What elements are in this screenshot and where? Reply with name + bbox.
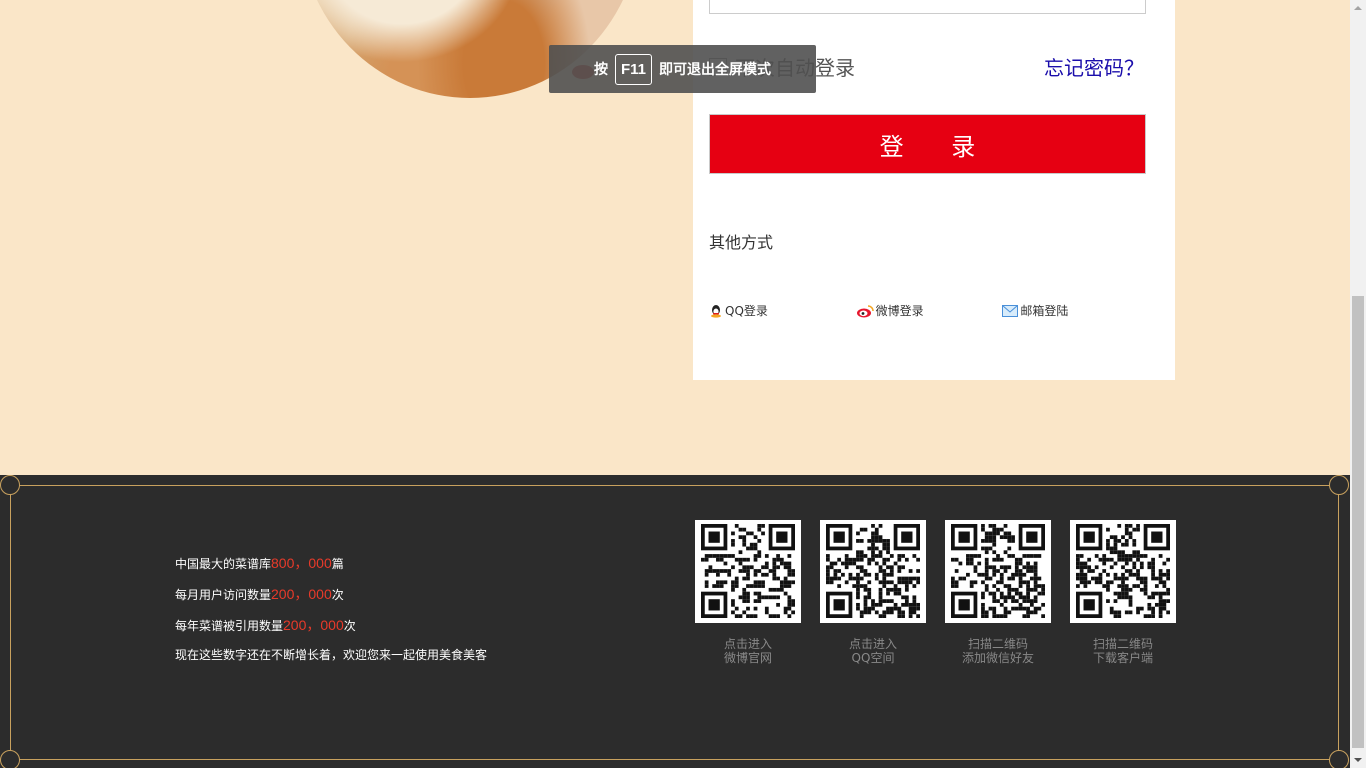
qr-code (820, 520, 926, 623)
qr-caption: 点击进入 微博官网 (723, 637, 772, 665)
email-login-link[interactable]: 邮箱登陆 (1002, 302, 1149, 319)
login-button[interactable]: 登 录 (709, 114, 1146, 174)
stat-number: 800，000 (271, 555, 332, 571)
qr-item-app[interactable]: 扫描二维码 下载客户端 (1070, 520, 1176, 665)
stat-line: 每月用户访问数量200，000次 (175, 586, 344, 602)
qr-code (1070, 520, 1176, 623)
footer: 中国最大的菜谱库800，000篇 每月用户访问数量200，000次 每年菜谱被引… (0, 475, 1350, 768)
vertical-scrollbar[interactable] (1350, 0, 1366, 768)
other-login-methods: QQ登录 微博登录 邮箱登陆 (709, 302, 1149, 319)
frame-corner-top-right (1329, 475, 1349, 495)
footer-tagline: 现在这些数字还在不断增长着，欢迎您来一起使用美食美客 (175, 648, 488, 662)
frame-corner-top-left (0, 475, 20, 495)
weibo-login-label: 微博登录 (875, 304, 924, 318)
qr-pattern (826, 524, 920, 618)
other-methods-title: 其他方式 (709, 233, 774, 252)
qr-item-qzone[interactable]: 点击进入 QQ空间 (820, 520, 926, 665)
qr-item-weibo[interactable]: 点击进入 微博官网 (695, 520, 801, 665)
forgot-password-link[interactable]: 忘记密码？ (1044, 52, 1144, 81)
qq-login-label: QQ登录 (725, 304, 768, 318)
weibo-login-link[interactable]: 微博登录 (856, 302, 1003, 319)
stat-line: 中国最大的菜谱库800，000篇 (175, 555, 344, 571)
qr-code (695, 520, 801, 623)
scrollbar-thumb[interactable] (1352, 296, 1364, 748)
toast-prefix: 按 (593, 62, 608, 78)
frame-corner-bottom-right (1329, 750, 1349, 768)
password-input[interactable] (709, 0, 1146, 14)
qr-pattern (1076, 524, 1170, 618)
footer-stats: 中国最大的菜谱库800，000篇 每月用户访问数量200，000次 每年菜谱被引… (175, 548, 487, 669)
qq-login-link[interactable]: QQ登录 (709, 302, 856, 319)
toast-suffix: 即可退出全屏模式 (659, 62, 772, 78)
toast-key: F11 (614, 53, 653, 85)
email-login-label: 邮箱登陆 (1020, 304, 1069, 318)
qq-icon (711, 304, 721, 318)
qr-pattern (951, 524, 1045, 618)
qr-code (945, 520, 1051, 623)
stat-number: 200，000 (271, 586, 332, 602)
qr-item-wechat[interactable]: 扫描二维码 添加微信好友 (945, 520, 1051, 665)
qr-pattern (701, 524, 795, 618)
mail-icon (1002, 304, 1019, 317)
weibo-icon (856, 304, 874, 317)
qr-caption: 点击进入 QQ空间 (848, 637, 897, 665)
stat-line: 每年菜谱被引用数量200，000次 (175, 617, 356, 633)
fullscreen-toast: 按 F11 即可退出全屏模式 (549, 45, 816, 93)
qr-code-list: 点击进入 微博官网 点击进入 QQ空间 扫描二维码 添加微信好友 扫描二维码 下… (695, 520, 1195, 665)
stat-number: 200，000 (283, 617, 344, 633)
scroll-down-arrow-icon[interactable] (1350, 752, 1366, 768)
qr-caption: 扫描二维码 下载客户端 (1092, 637, 1153, 665)
frame-corner-bottom-left (0, 750, 20, 768)
scroll-up-arrow-icon[interactable] (1350, 0, 1366, 16)
qr-caption: 扫描二维码 添加微信好友 (961, 637, 1034, 665)
